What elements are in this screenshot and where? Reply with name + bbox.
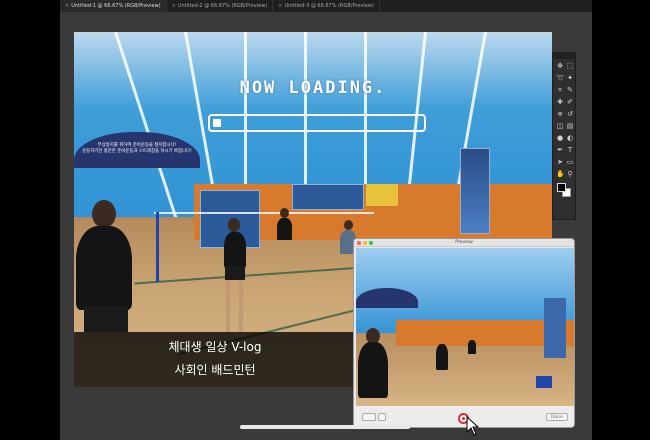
- player-far: [277, 218, 292, 240]
- tools-panel-header[interactable]: [553, 53, 575, 59]
- dodge-icon[interactable]: ◐: [566, 134, 574, 142]
- tab-untitled-3[interactable]: × Untitled-3 @ 66.67% (RGB/Preview): [273, 0, 380, 12]
- record-icon: [462, 417, 465, 420]
- home-indicator[interactable]: [240, 425, 410, 429]
- lasso-icon[interactable]: ➰: [556, 74, 565, 82]
- caption-box: 체대생 일상 V-log 사회인 배드민턴: [74, 332, 356, 387]
- preview-layout-button[interactable]: [362, 413, 376, 421]
- close-icon[interactable]: ×: [278, 3, 282, 9]
- workspace: NOW LOADING. 부상방지를 위하여 준비운동을 철저합시다! 운동하기…: [60, 12, 592, 440]
- tab-label: Untitled-3 @ 66.67% (RGB/Preview): [284, 3, 374, 9]
- zoom-icon[interactable]: ⚲: [566, 170, 574, 178]
- healing-icon[interactable]: ✚: [556, 98, 564, 106]
- gradient-icon[interactable]: ▤: [566, 122, 574, 130]
- preview-done-button[interactable]: Done: [546, 413, 568, 421]
- eyedropper-icon[interactable]: ✎: [566, 86, 574, 94]
- wall-poster: [460, 148, 490, 234]
- net-post: [156, 212, 159, 282]
- player-leg: [239, 280, 243, 332]
- preview-poster: [544, 298, 566, 358]
- preview-image: [356, 248, 574, 406]
- tab-untitled-1[interactable]: × Untitled-1 @ 66.67% (RGB/Preview): [60, 0, 167, 12]
- preview-player: [436, 344, 448, 370]
- player-head: [280, 208, 289, 218]
- history-brush-icon[interactable]: ↺: [566, 110, 574, 118]
- preview-shuttle-basket: [536, 376, 552, 388]
- shape-icon[interactable]: ▭: [566, 158, 574, 166]
- preview-window: Preview Done: [353, 238, 575, 428]
- loading-bar: [208, 114, 426, 132]
- hand-icon[interactable]: ✋: [556, 170, 565, 178]
- crop-icon[interactable]: ⌗: [556, 86, 564, 94]
- done-label: Done: [551, 415, 563, 420]
- type-icon[interactable]: T: [566, 146, 574, 154]
- pen-icon[interactable]: ✒: [556, 146, 564, 154]
- banner-line-2: 운동하기전 충분한 준비운동과 스트레칭을 하시기 바랍니다!: [82, 149, 192, 154]
- close-icon[interactable]: ×: [65, 3, 69, 9]
- player-leg: [226, 280, 230, 332]
- wall-sign-yellow: [366, 184, 398, 206]
- document-tab-bar: × Untitled-1 @ 66.67% (RGB/Preview) × Unti…: [60, 0, 592, 12]
- preview-player: [358, 342, 388, 398]
- preview-titlebar: Preview: [354, 239, 574, 247]
- photo-editor-window: × Untitled-1 @ 66.67% (RGB/Preview) × Unti…: [60, 0, 592, 440]
- move-icon[interactable]: ✥: [556, 62, 564, 70]
- player-head: [228, 218, 240, 232]
- tab-label: Untitled-2 @ 66.67% (RGB/Preview): [177, 3, 268, 9]
- preview-player: [468, 340, 476, 354]
- player-shorts: [84, 306, 128, 332]
- loading-bar-fill: [213, 119, 221, 127]
- blur-icon[interactable]: ●: [556, 134, 564, 142]
- tab-untitled-2[interactable]: × Untitled-2 @ 66.67% (RGB/Preview): [167, 0, 274, 12]
- tab-label: Untitled-1 @ 66.67% (RGB/Preview): [71, 3, 161, 9]
- loading-title: NOW LOADING.: [239, 78, 387, 98]
- brush-icon[interactable]: ✐: [566, 98, 574, 106]
- caption-title: 체대생 일상 V-log: [168, 340, 262, 354]
- eraser-icon[interactable]: ◫: [556, 122, 564, 130]
- marquee-icon[interactable]: ⬚: [566, 62, 574, 70]
- player-head: [92, 200, 116, 228]
- player-mid: [224, 232, 246, 268]
- preview-title: Preview: [455, 240, 473, 245]
- stamp-icon[interactable]: ⎈: [556, 110, 564, 118]
- badminton-net: [154, 212, 374, 214]
- tools-panel: ✥ ⬚ ➰ ✦ ⌗ ✎ ✚ ✐ ⎈ ↺ ◫ ▤ ● ◐ ✒ T ➤ ▭ ✋ ⚲: [552, 52, 576, 220]
- player-shorts: [225, 266, 245, 280]
- path-select-icon[interactable]: ➤: [556, 158, 564, 166]
- caption-subtitle: 사회인 배드민턴: [174, 363, 256, 377]
- player-foreground: [76, 226, 132, 310]
- screen: × Untitled-1 @ 66.67% (RGB/Preview) × Unti…: [0, 0, 650, 440]
- preview-option-button[interactable]: [378, 413, 386, 421]
- foreground-color-swatch[interactable]: [557, 183, 566, 192]
- player-head: [344, 220, 353, 230]
- preview-banner: [356, 288, 418, 308]
- wall-sign: [292, 184, 364, 210]
- magic-wand-icon[interactable]: ✦: [566, 74, 574, 82]
- mouse-cursor-icon: [466, 416, 480, 436]
- close-icon[interactable]: ×: [172, 3, 176, 9]
